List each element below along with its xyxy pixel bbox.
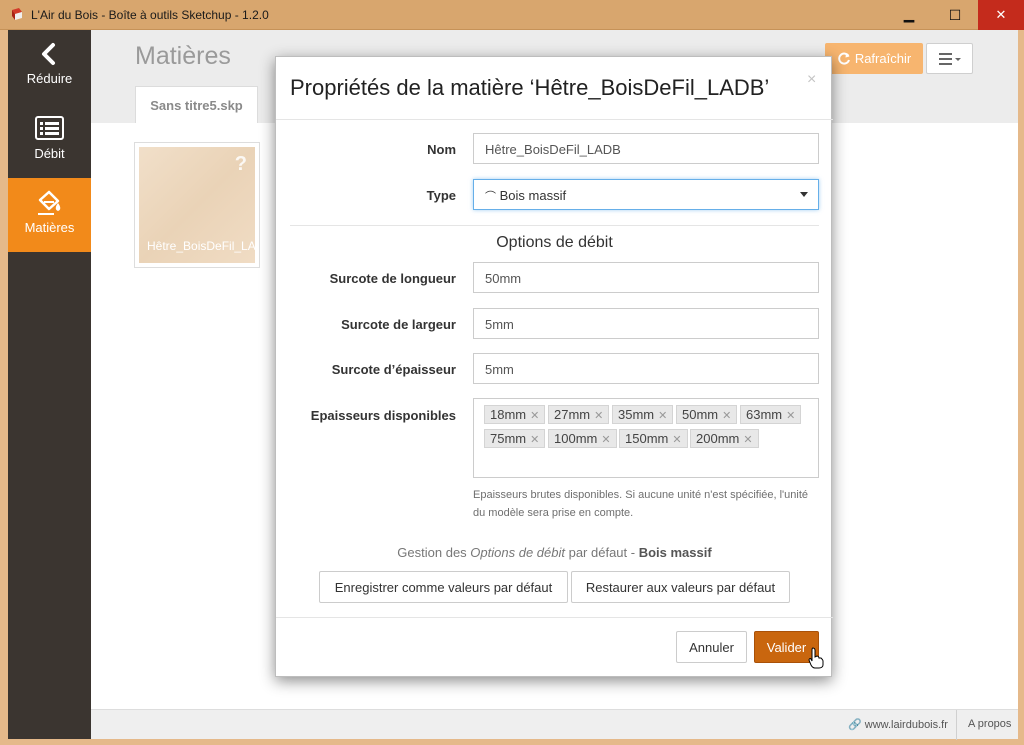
name-input[interactable]: Hêtre_BoisDeFil_LADB [473, 133, 819, 164]
remove-tag-icon[interactable]: ✕ [530, 410, 539, 422]
link-icon: 🔗 [848, 719, 862, 731]
type-label: Type [426, 188, 456, 203]
material-card[interactable]: ? Hêtre_BoisDeFil_LADB [134, 142, 260, 268]
maximize-icon: ☐ [948, 6, 962, 23]
refresh-label: Rafraîchir [854, 51, 912, 66]
thickness-input-value: 5mm [485, 362, 514, 377]
chevron-down-icon [800, 192, 808, 197]
width-label: Surcote de largeur [341, 317, 456, 332]
remove-tag-icon[interactable]: ✕ [722, 410, 731, 422]
website-link[interactable]: 🔗 www.lairdubois.fr [848, 718, 948, 731]
tag-63mm: 63mm ✕ [740, 405, 802, 424]
remove-tag-icon[interactable]: ✕ [658, 410, 667, 422]
website-link-text: www.lairdubois.fr [864, 719, 948, 731]
dialog-footer-divider [276, 617, 833, 618]
minimize-button[interactable]: ▁ [886, 0, 932, 30]
close-icon: ✕ [995, 7, 1007, 22]
length-input-value: 50mm [485, 271, 522, 286]
sidebar-item-label: Réduire [26, 71, 73, 86]
refresh-button[interactable]: Rafraîchir [825, 43, 923, 74]
maximize-button[interactable]: ☐ [932, 0, 978, 30]
sidebar-item-reduire[interactable]: Réduire [8, 30, 91, 104]
restore-defaults-button[interactable]: Restaurer aux valeurs par défaut [571, 571, 790, 603]
tag-200mm: 200mm ✕ [690, 429, 759, 448]
sidebar-item-label: Débit [34, 146, 65, 161]
thicknesses-label: Epaisseurs disponibles [310, 408, 456, 423]
remove-tag-icon[interactable]: ✕ [743, 434, 752, 446]
wood-icon: ⌒ [485, 191, 496, 203]
about-link[interactable]: A propos [968, 718, 1011, 730]
thickness-label: Surcote d’épaisseur [331, 362, 456, 377]
remove-tag-icon[interactable]: ✕ [672, 434, 681, 446]
dialog-close-icon[interactable]: × [807, 71, 816, 89]
remove-tag-icon[interactable]: ✕ [530, 434, 539, 446]
hamburger-icon [938, 52, 961, 65]
tag-35mm: 35mm ✕ [612, 405, 674, 424]
length-input[interactable]: 50mm [473, 262, 819, 293]
width-input[interactable]: 5mm [473, 308, 819, 339]
section-divider [290, 225, 819, 226]
name-input-value: Hêtre_BoisDeFil_LADB [485, 142, 621, 157]
remove-tag-icon[interactable]: ✕ [594, 410, 603, 422]
tag-150mm: 150mm ✕ [619, 429, 688, 448]
refresh-icon [838, 52, 850, 64]
tag-18mm: 18mm ✕ [484, 405, 546, 424]
paint-bucket-icon [38, 190, 61, 215]
sidebar-item-label: Matières [24, 220, 75, 235]
type-select[interactable]: ⌒ Bois massif [473, 179, 819, 210]
save-defaults-button[interactable]: Enregistrer comme valeurs par défaut [319, 571, 568, 603]
tag-75mm: 75mm ✕ [484, 429, 546, 448]
cancel-button[interactable]: Annuler [676, 631, 747, 663]
sidebar: Réduire Débit Matières [8, 30, 91, 739]
thickness-input[interactable]: 5mm [473, 353, 819, 384]
material-thumbnail: ? Hêtre_BoisDeFil_LADB [139, 147, 255, 263]
chevron-left-icon [42, 43, 55, 65]
dialog-title: Propriétés de la matière ‘Hêtre_BoisDeFi… [290, 75, 770, 100]
thicknesses-tag-input[interactable]: 18mm ✕ 27mm ✕ 35mm ✕ 50mm ✕ 63mm ✕ 75mm ✕ 100m… [473, 398, 819, 478]
defaults-caption: Gestion des Options de débit par défaut … [397, 545, 712, 560]
unknown-badge: ? [234, 153, 247, 175]
tab-file[interactable]: Sans titre5.skp [135, 86, 258, 123]
page-title: Matières [135, 42, 231, 70]
list-icon [35, 116, 64, 140]
material-properties-dialog: Propriétés de la matière ‘Hêtre_BoisDeFi… [275, 56, 833, 677]
section-title: Options de débit [496, 234, 613, 251]
minimize-icon: ▁ [904, 7, 914, 22]
tab-label: Sans titre5.skp [150, 97, 243, 113]
name-label: Nom [427, 142, 456, 157]
length-label: Surcote de longueur [329, 271, 456, 286]
tag-50mm: 50mm ✕ [676, 405, 738, 424]
tag-100mm: 100mm ✕ [548, 429, 617, 448]
sidebar-item-debit[interactable]: Débit [8, 104, 91, 178]
thicknesses-help-text: Epaisseurs brutes disponibles. Si aucune… [473, 489, 809, 519]
tag-27mm: 27mm ✕ [548, 405, 610, 424]
status-bar: 🔗 www.lairdubois.fr A propos [91, 709, 1018, 740]
status-divider [956, 710, 957, 740]
type-select-value: Bois massif [499, 188, 567, 203]
menu-button[interactable] [926, 43, 973, 74]
close-window-button[interactable]: ✕ [978, 0, 1024, 30]
hand-cursor-icon [808, 647, 824, 669]
width-input-value: 5mm [485, 317, 514, 332]
material-name: Hêtre_BoisDeFil_LADB [147, 239, 255, 253]
sketchup-app-icon [12, 8, 22, 20]
remove-tag-icon[interactable]: ✕ [786, 410, 795, 422]
sidebar-item-matieres[interactable]: Matières [8, 178, 91, 252]
title-bar: L'Air du Bois - Boîte à outils Sketchup … [0, 0, 1024, 30]
remove-tag-icon[interactable]: ✕ [601, 434, 610, 446]
window-title: L'Air du Bois - Boîte à outils Sketchup … [31, 8, 269, 22]
dialog-divider [276, 119, 833, 120]
